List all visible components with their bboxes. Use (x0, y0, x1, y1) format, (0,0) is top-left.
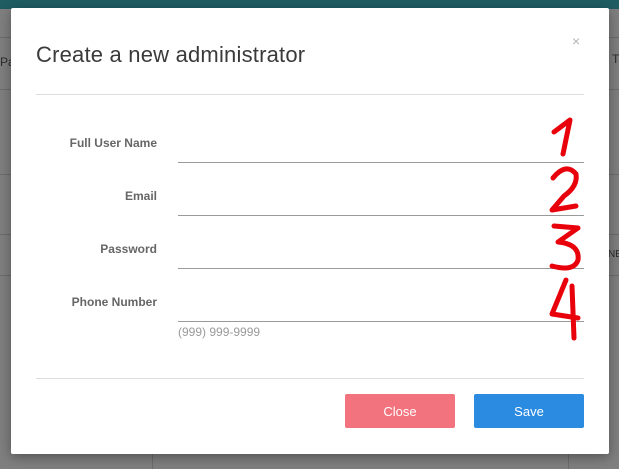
full-user-name-input[interactable] (178, 136, 584, 163)
email-label: Email (124, 189, 157, 203)
background-divider (609, 174, 619, 175)
close-button[interactable]: Close (345, 394, 455, 428)
full-user-name-label: Full User Name (69, 136, 157, 150)
annotation-number-3 (549, 223, 581, 271)
save-button[interactable]: Save (474, 394, 584, 428)
footer-divider (36, 378, 584, 379)
email-input[interactable] (178, 189, 584, 216)
modal-title: Create a new administrator (36, 42, 306, 67)
background-divider (609, 89, 619, 90)
background-column-divider (152, 454, 153, 469)
create-administrator-modal: Create a new administrator × Full User N… (11, 8, 609, 454)
background-text: T (612, 52, 619, 66)
background-divider (0, 174, 11, 175)
background-text: NE (608, 249, 619, 260)
background-divider (609, 234, 619, 235)
close-icon[interactable]: × (572, 34, 580, 48)
background-divider (609, 275, 619, 276)
background-column-divider (568, 454, 569, 469)
password-input[interactable] (178, 242, 584, 269)
background-divider (0, 89, 11, 90)
password-label: Password (100, 242, 157, 256)
phone-number-label: Phone Number (71, 295, 157, 309)
header-divider (36, 94, 584, 95)
annotation-number-2 (549, 166, 579, 213)
handwritten-number-annotations (549, 117, 581, 341)
phone-number-input[interactable] (178, 295, 584, 322)
background-divider (0, 275, 11, 276)
phone-number-hint: (999) 999-9999 (178, 325, 261, 339)
annotation-number-4 (549, 277, 581, 341)
background-divider (0, 234, 11, 235)
annotation-number-1 (551, 117, 573, 157)
